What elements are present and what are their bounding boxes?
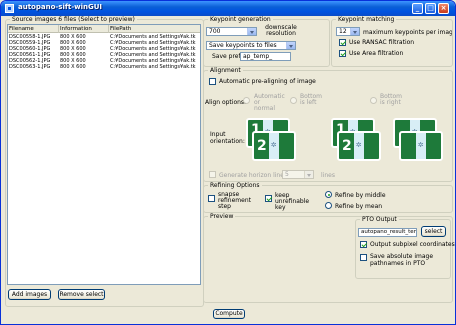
pto-select-button[interactable]: select bbox=[421, 226, 446, 237]
cell-information: 800 X 600 bbox=[60, 64, 86, 70]
app-icon bbox=[5, 4, 14, 13]
horizon-lines-select[interactable]: 5 bbox=[282, 170, 314, 179]
save-mode-select[interactable]: Save keypoints to files bbox=[206, 41, 296, 50]
keypoint-matching-legend: Keypoint matching bbox=[338, 16, 395, 23]
window-title: autopano-sift-winGUI bbox=[18, 3, 103, 11]
refine-mean-radio[interactable] bbox=[325, 202, 332, 209]
dropdown-arrow-icon bbox=[304, 171, 313, 178]
gear-icon: ✲ bbox=[417, 140, 424, 149]
panorama-thumbnail: 2 ✲ bbox=[337, 131, 381, 161]
source-images-legend: Source images bbox=[12, 16, 57, 23]
ransac-label: Use RANSAC filtration bbox=[349, 39, 415, 46]
column-filename[interactable]: Filename bbox=[8, 25, 59, 33]
cell-filename: DSC00563-1.JPG bbox=[9, 64, 51, 70]
alignment-legend: Alignment bbox=[210, 67, 241, 74]
absolute-paths-label: Save absolute image pathnames in PTO bbox=[370, 253, 434, 267]
cell-filepath: C:¥Documents and Settings¥ak.tk bbox=[110, 64, 196, 70]
image-list[interactable]: Filename Information FilePath DSC00558-1… bbox=[7, 24, 201, 285]
keep-unrefinable-checkbox[interactable] bbox=[265, 195, 272, 202]
pto-output-legend: PTO Output bbox=[362, 216, 397, 223]
title-bar[interactable]: autopano-sift-winGUI _ □ × bbox=[1, 1, 455, 16]
max-keypoints-label: maximum keypoints per image pair bbox=[363, 29, 452, 36]
auto-prealign-label: Automatic pre-aligning of image bbox=[219, 78, 316, 85]
radio-automatic[interactable] bbox=[243, 97, 250, 104]
image-list-header: Filename Information FilePath bbox=[8, 25, 200, 33]
compute-button[interactable]: Compute bbox=[213, 309, 245, 319]
refine-mean-label: Refine by mean bbox=[335, 203, 383, 210]
radio-automatic-label: Automatic or normal bbox=[254, 93, 285, 112]
minimize-icon[interactable]: _ bbox=[412, 3, 423, 14]
ransac-checkbox[interactable] bbox=[339, 39, 346, 46]
preview-legend: Preview bbox=[210, 213, 234, 220]
keep-unrefinable-label: keep unrefinable key bbox=[275, 192, 310, 211]
panorama-thumbnail: ✲ bbox=[399, 131, 443, 161]
horizon-label: Generate horizon line bbox=[219, 172, 284, 179]
lines-label: lines bbox=[321, 172, 335, 179]
horizon-lines-value: 5 bbox=[285, 171, 289, 178]
input-orientation-label: Input orientation: bbox=[210, 131, 245, 145]
dropdown-arrow-icon bbox=[247, 28, 256, 35]
add-images-button[interactable]: Add images bbox=[8, 289, 51, 300]
save-prefix-input[interactable]: ap_temp_ bbox=[240, 52, 291, 61]
keypoint-generation-legend: Keypoint generation bbox=[210, 16, 271, 23]
area-filtration-checkbox[interactable] bbox=[339, 50, 346, 57]
dropdown-arrow-icon bbox=[286, 42, 295, 49]
max-keypoints-select[interactable]: 12 bbox=[336, 27, 360, 36]
gear-icon: ✲ bbox=[355, 140, 362, 149]
refine-middle-label: Refine by middle bbox=[335, 192, 386, 199]
downscale-label: downscale resolution bbox=[265, 24, 297, 37]
horizon-checkbox[interactable] bbox=[209, 171, 216, 178]
radio-bottom-left-label: Bottom is left bbox=[300, 93, 323, 106]
subpixel-label: Output subpixel coordinates bbox=[370, 241, 455, 248]
radio-bottom-right[interactable] bbox=[370, 97, 377, 104]
dropdown-arrow-icon bbox=[350, 28, 359, 35]
save-mode-value: Save keypoints to files bbox=[209, 42, 277, 49]
table-row[interactable]: DSC00563-1.JPG 800 X 600 C:¥Documents and … bbox=[8, 64, 200, 70]
refining-options-legend: Refining Options bbox=[210, 182, 260, 189]
resolution-select[interactable]: 700 bbox=[206, 27, 257, 36]
auto-prealign-checkbox[interactable] bbox=[209, 78, 216, 85]
align-options-label: Align options: bbox=[205, 99, 247, 106]
subpixel-checkbox[interactable] bbox=[360, 241, 367, 248]
radio-bottom-left[interactable] bbox=[290, 97, 297, 104]
absolute-paths-checkbox[interactable] bbox=[360, 254, 367, 261]
source-count-label: 6 files (Select to preview) bbox=[58, 16, 135, 23]
snapse-refinement-checkbox[interactable] bbox=[208, 195, 215, 202]
gear-icon: ✲ bbox=[270, 140, 277, 149]
close-icon[interactable]: × bbox=[438, 3, 449, 14]
remove-select-button[interactable]: Remove select bbox=[58, 289, 105, 300]
pto-filename-input[interactable]: autopano_result_temp bbox=[358, 228, 417, 237]
panorama-thumbnail: 2 ✲ bbox=[252, 131, 296, 161]
main-window: autopano-sift-winGUI _ □ × Source images… bbox=[0, 0, 456, 325]
column-information[interactable]: Information bbox=[59, 25, 109, 33]
column-filepath[interactable]: FilePath bbox=[109, 25, 200, 33]
maximize-icon[interactable]: □ bbox=[425, 3, 436, 14]
radio-bottom-right-label: Bottom is right bbox=[380, 93, 403, 106]
refine-middle-radio[interactable] bbox=[325, 191, 332, 198]
area-filtration-label: Use Area filtration bbox=[349, 50, 404, 57]
max-keypoints-value: 12 bbox=[339, 28, 347, 35]
resolution-value: 700 bbox=[209, 28, 221, 35]
snapse-refinement-label: snapse refinement step bbox=[218, 191, 251, 210]
